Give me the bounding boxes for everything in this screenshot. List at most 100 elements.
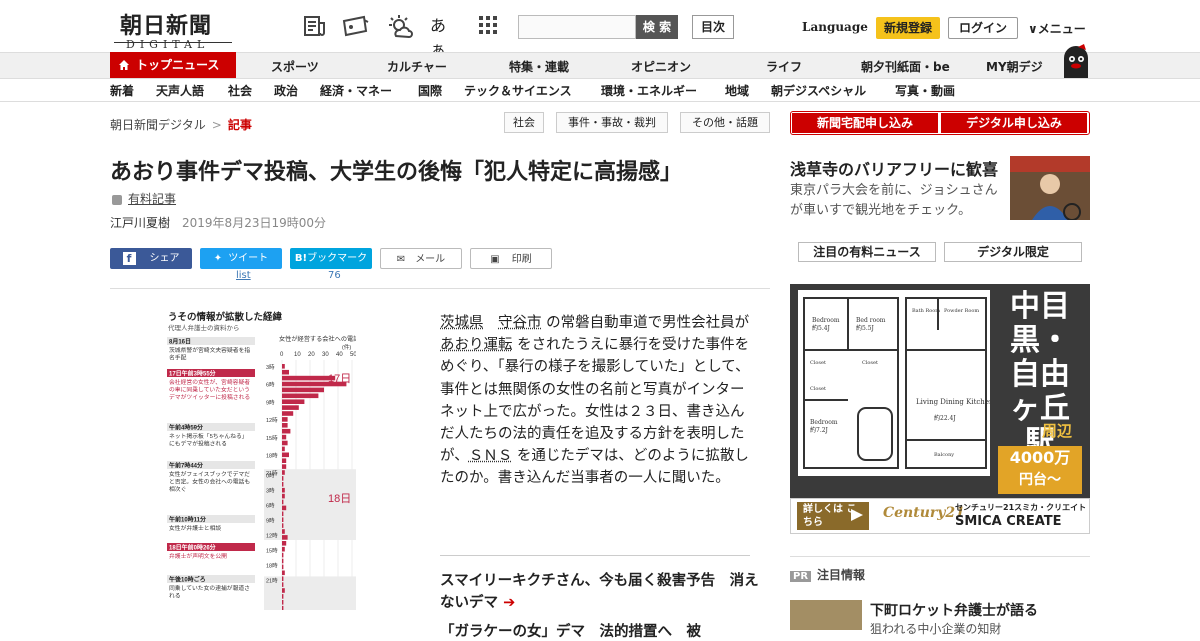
weather-icon[interactable] (386, 14, 414, 40)
print-button[interactable]: ▣ 印刷 (470, 248, 552, 269)
figure-source: 代理人弁護士の資料から (168, 323, 240, 332)
newspaper-icon[interactable] (302, 14, 330, 40)
breadcrumb-root[interactable]: 朝日新聞デジタル (110, 118, 206, 132)
bar (282, 446, 285, 452)
bar (282, 535, 288, 540)
paper-subscribe-button[interactable]: 新聞宅配申し込み (792, 113, 938, 133)
bar (282, 576, 284, 581)
nav-environment[interactable]: 環境・エネルギー (601, 82, 697, 99)
tag-society[interactable]: 社会 (504, 112, 544, 133)
tag-other[interactable]: その他・話題 (680, 112, 770, 133)
ad-price-sub: 円台〜 (1019, 472, 1061, 488)
bar (282, 582, 284, 587)
facebook-share-button[interactable]: f シェア (110, 248, 192, 269)
nav-opinion[interactable]: オピニオン (631, 58, 691, 75)
digital-subscribe-button[interactable]: デジタル申し込み (941, 113, 1087, 133)
search-input[interactable] (518, 15, 636, 39)
bar (282, 387, 324, 393)
bar (282, 487, 285, 493)
related-article-1-title: スマイリーキクチさん、今も届く殺害予告 消えないデマ (440, 573, 759, 611)
hour-label: 15時 (266, 434, 278, 442)
link-ibaraki[interactable]: 茨城県 (440, 315, 484, 331)
hour-label: 18時 (266, 562, 278, 570)
font-size-icon[interactable]: あぁ (430, 14, 458, 59)
bar (282, 364, 285, 369)
nav-society[interactable]: 社会 (228, 82, 252, 99)
register-button[interactable]: 新規登録 (876, 17, 940, 39)
tab-digital-only[interactable]: デジタル限定 (944, 242, 1082, 262)
nav-features[interactable]: 特集・連載 (509, 58, 569, 75)
event-time: 午後10時ごろ (169, 576, 206, 584)
site-logo[interactable]: 朝日新聞 DIGITAL (114, 8, 234, 51)
link-aori[interactable]: あおり運転 (440, 337, 513, 353)
feature-description: 東京パラ大会を前に、ジョシュさんが車いすで観光地をチェック。 (790, 183, 998, 218)
x-tick-label: 50 (350, 352, 356, 358)
event-time: 午前10時11分 (169, 516, 206, 524)
pr-title[interactable]: 下町ロケット弁護士が語る (870, 600, 1038, 620)
tab-paid-news[interactable]: 注目の有料ニュース (798, 242, 936, 262)
author-name: 江戸川夏樹 (110, 216, 171, 230)
body-text-2: をされたうえに暴行を受けた事件をめぐり、「暴行の様子を撮影していた」として、事件… (440, 337, 750, 465)
nav-sports[interactable]: スポーツ (271, 58, 319, 75)
nav-tensei[interactable]: 天声人語 (156, 82, 204, 99)
event-description: にもデマが投稿される (169, 440, 227, 448)
bar (282, 452, 289, 458)
tag-incidents[interactable]: 事件・事故・裁判 (556, 112, 668, 133)
toc-button[interactable]: 目次 (692, 15, 734, 39)
pr-label: 注目情報 (817, 568, 866, 582)
figure-title: うその情報が拡散した経緯 (168, 311, 283, 323)
nav-latest[interactable]: 新着 (110, 82, 134, 99)
mascot-icon[interactable] (1060, 44, 1092, 78)
paid-article-badge[interactable]: 有料記事 (112, 190, 176, 207)
nav-life[interactable]: ライフ (766, 58, 802, 75)
bar (282, 541, 287, 546)
hatena-bookmark-button[interactable]: B!ブックマーク (290, 248, 372, 269)
login-button[interactable]: ログイン (948, 17, 1018, 39)
bar (282, 405, 299, 410)
real-estate-ad[interactable]: Bedroom 約5.4J Bed room 約5.5J Bath Room P… (790, 284, 1090, 534)
related-article-2[interactable]: 「ガラケーの女」デマ 法的措置へ 被 (440, 620, 760, 641)
article-body: 茨城県 守谷市 の常磐自動車道で男性会社員が あおり運転 をされたうえに暴行を受… (440, 312, 752, 490)
feature-title[interactable]: 浅草寺のバリアフリーに歓喜 (790, 156, 998, 180)
print-label: 印刷 (511, 254, 532, 265)
nav-region[interactable]: 地域 (725, 82, 749, 99)
nav-economy[interactable]: 経済・マネー (320, 82, 392, 99)
search-button[interactable]: 検 索 (636, 15, 678, 39)
related-article-1[interactable]: スマイリーキクチさん、今も届く殺害予告 消えないデマ ➔ (440, 570, 760, 614)
ad-cta-label: 詳しくは こちら (803, 504, 857, 528)
grid-icon[interactable] (478, 14, 506, 40)
nav-culture[interactable]: カルチャー (387, 58, 447, 75)
coupon-icon[interactable] (342, 14, 370, 40)
link-moriya[interactable]: 守谷市 (498, 315, 542, 331)
bar (282, 588, 285, 593)
event-time: 8月16日 (169, 338, 191, 346)
twitter-share-button[interactable]: ✦ ツイート (200, 248, 282, 269)
article-figure[interactable]: うその情報が拡散した経緯 代理人弁護士の資料から 女性が経営する会社への電話着信… (160, 308, 385, 641)
nav-photo-video[interactable]: 写真・動画 (895, 82, 955, 99)
language-link[interactable]: Language (802, 20, 868, 34)
bar (282, 399, 305, 404)
nav-top-news[interactable]: トップニュース (110, 52, 236, 78)
nav-politics[interactable]: 政治 (274, 82, 298, 99)
nav-special[interactable]: 朝デジスペシャル (771, 82, 866, 99)
mail-share-button[interactable]: ✉ メール (380, 248, 462, 269)
mail-icon: ✉ (396, 254, 406, 265)
article-title: あおり事件デマ投稿、大学生の後悔「犯人特定に高揚感」 (110, 160, 683, 185)
event-time: 午前7時44分 (169, 462, 203, 470)
feature-thumbnail[interactable] (1010, 156, 1090, 220)
nav-my-asadigi[interactable]: MY朝デジ (986, 58, 1043, 75)
event-time: 17日午前3時55分 (169, 370, 216, 378)
event-description: 会社経営の女性が、宮崎容疑者 (169, 378, 250, 386)
pr-thumbnail[interactable] (790, 600, 862, 630)
nav-tech[interactable]: テック＆サイエンス (464, 82, 572, 99)
day-17-label: 17日 (328, 373, 351, 385)
nav-international[interactable]: 国際 (418, 82, 442, 99)
facebook-share-label: シェア (149, 253, 180, 264)
x-tick-label: 30 (322, 352, 329, 358)
link-sns[interactable]: ＳＮＳ (469, 448, 513, 464)
ad-company-kana: センチュリー21スミカ・クリエイト (955, 503, 1087, 512)
twitter-list-link[interactable]: list (236, 270, 251, 281)
event-description: 同乗していた女の逮捕が報道さ (169, 584, 250, 592)
menu-button[interactable]: ∨メニュー (1028, 20, 1086, 37)
nav-newspaper[interactable]: 朝夕刊紙面・be (861, 58, 950, 75)
